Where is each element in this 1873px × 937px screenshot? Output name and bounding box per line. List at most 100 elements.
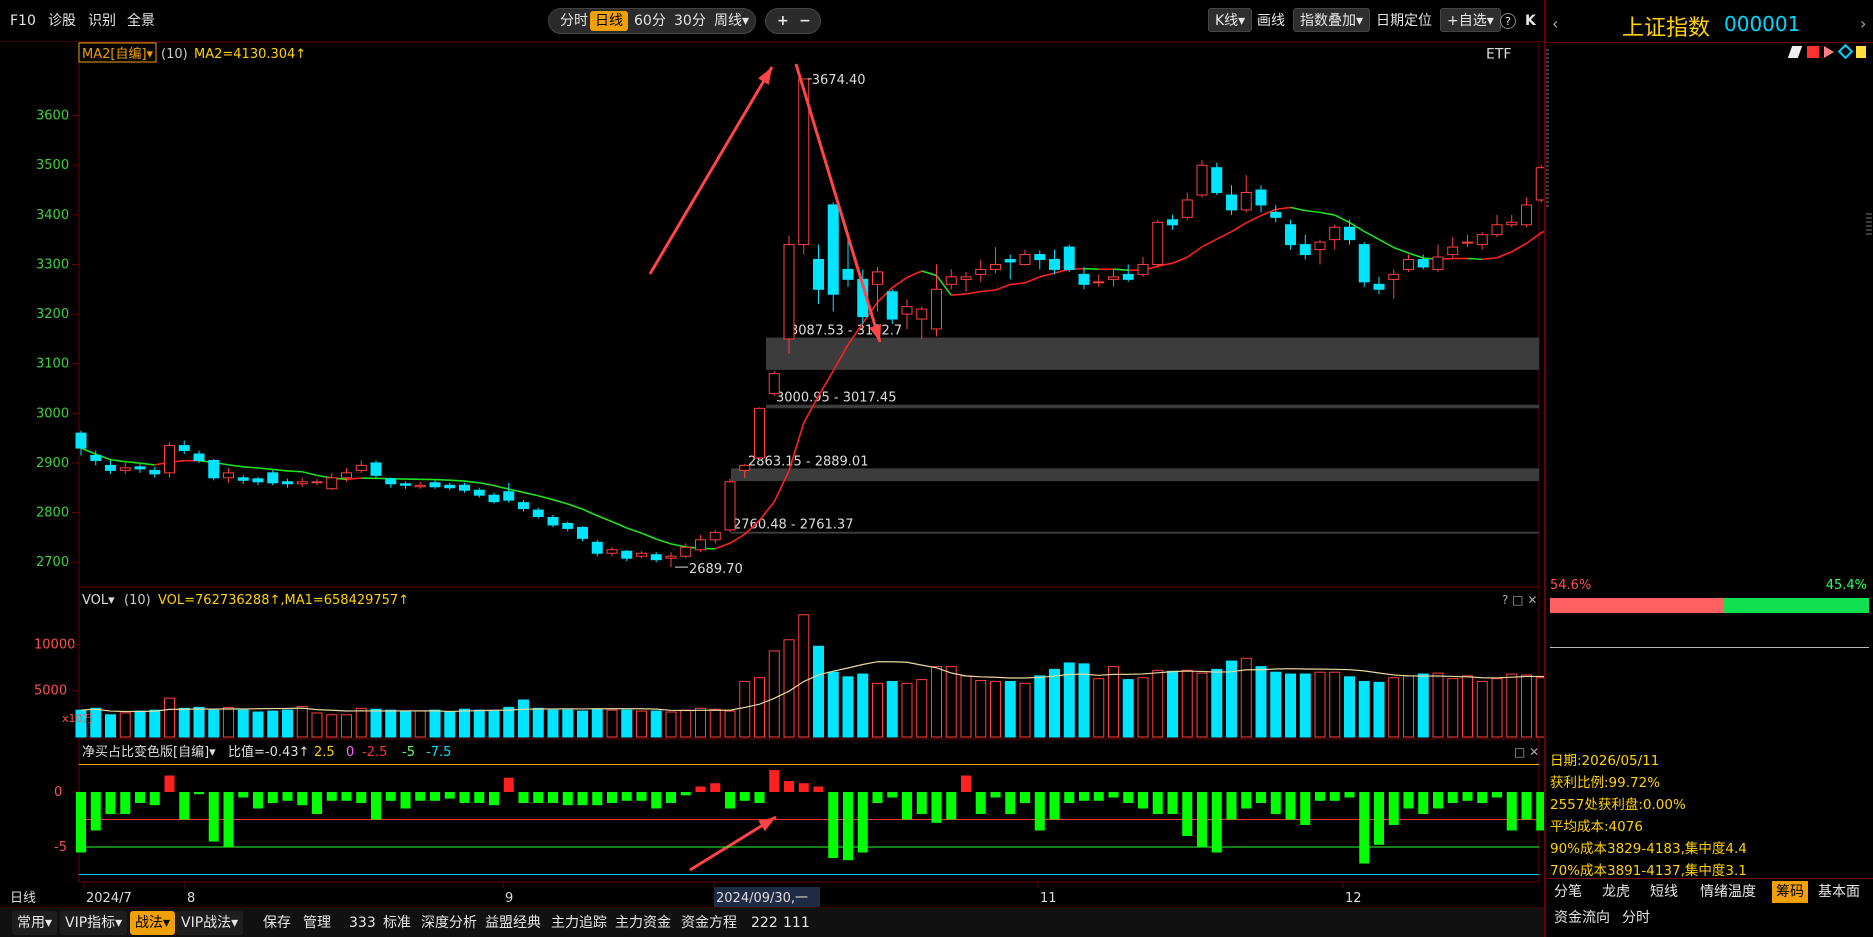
- candle-body[interactable]: [990, 263, 1001, 270]
- candle-body[interactable]: [1491, 224, 1503, 236]
- candle-body[interactable]: [709, 531, 721, 541]
- kline-dropdown[interactable]: K线▾: [1208, 8, 1253, 32]
- candle-body[interactable]: [178, 445, 190, 452]
- candle-body[interactable]: [1521, 204, 1532, 226]
- rp-tab2-0[interactable]: 资金流向: [1550, 907, 1614, 929]
- candle-body[interactable]: [1152, 221, 1164, 265]
- watchlist-dropdown[interactable]: +自选▾: [1440, 8, 1501, 32]
- chart-area[interactable]: MA2[自编]▾ (10) MA2=4130.304↑ ETF 3600 3500…: [0, 41, 1650, 908]
- bottom-tab-7[interactable]: 标准: [378, 911, 416, 935]
- rp-tab-2[interactable]: 短线: [1646, 881, 1682, 903]
- candle-body[interactable]: [459, 484, 470, 491]
- candle-body[interactable]: [650, 554, 662, 561]
- candle-body[interactable]: [1049, 259, 1060, 270]
- candle-body[interactable]: [1314, 241, 1326, 251]
- rp-tab2-1[interactable]: 分时: [1618, 907, 1654, 929]
- candle-body[interactable]: [400, 483, 411, 486]
- etf-button[interactable]: ETF: [1486, 47, 1511, 63]
- rp-tab-5[interactable]: 基本面: [1814, 881, 1864, 903]
- candle-body[interactable]: [164, 445, 175, 474]
- candle-body[interactable]: [311, 481, 323, 484]
- zoom-out-button[interactable]: −: [794, 11, 816, 31]
- candle-body[interactable]: [813, 259, 824, 290]
- candle-body[interactable]: [503, 491, 515, 501]
- candle-body[interactable]: [1285, 224, 1296, 246]
- draw-line-button[interactable]: 画线: [1257, 10, 1285, 32]
- candle-body[interactable]: [931, 288, 942, 330]
- candle-body[interactable]: [75, 432, 87, 449]
- candle-body[interactable]: [473, 489, 485, 496]
- candle-body[interactable]: [1373, 283, 1385, 290]
- candle-body[interactable]: [208, 459, 220, 479]
- rp-tab-3[interactable]: 情绪温度: [1696, 881, 1760, 903]
- bottom-tab-14[interactable]: 111: [778, 911, 815, 935]
- bottom-tab-0[interactable]: 常用▾: [12, 911, 58, 935]
- candle-body[interactable]: [1019, 254, 1031, 265]
- candle-body[interactable]: [768, 373, 780, 394]
- candle-body[interactable]: [149, 469, 161, 475]
- bottom-tab-9[interactable]: 益盟经典: [480, 911, 546, 935]
- candle-body[interactable]: [665, 555, 677, 559]
- candle-body[interactable]: [562, 522, 574, 529]
- period-weekly[interactable]: 周线▾: [709, 11, 754, 31]
- candle-body[interactable]: [1226, 194, 1237, 211]
- candle-body[interactable]: [1476, 234, 1488, 246]
- prev-stock-icon[interactable]: ‹: [1552, 14, 1558, 33]
- candle-body[interactable]: [754, 407, 765, 459]
- candle-body[interactable]: [1432, 256, 1444, 270]
- candle-body[interactable]: [872, 271, 883, 285]
- recognize-button[interactable]: 识别: [88, 10, 116, 32]
- period-60min[interactable]: 60分: [629, 11, 671, 31]
- period-daily[interactable]: 日线: [590, 11, 628, 31]
- vol-panel-controls[interactable]: ? □ ✕: [1502, 593, 1537, 607]
- candle-body[interactable]: [739, 464, 751, 471]
- f10-button[interactable]: F10: [10, 10, 36, 32]
- candle-body[interactable]: [945, 276, 957, 285]
- collapse-icon[interactable]: K: [1525, 10, 1536, 32]
- bottom-tab-12[interactable]: 资金方程: [676, 911, 742, 935]
- candle-body[interactable]: [1108, 276, 1119, 280]
- candle-body[interactable]: [1093, 281, 1105, 284]
- candle-body[interactable]: [695, 539, 706, 551]
- candle-body[interactable]: [1211, 167, 1223, 194]
- candle-body[interactable]: [1196, 164, 1208, 196]
- period-30min[interactable]: 30分: [669, 11, 711, 31]
- candle-body[interactable]: [591, 541, 603, 554]
- candle-body[interactable]: [577, 526, 588, 539]
- candle-body[interactable]: [223, 472, 234, 479]
- candle-body[interactable]: [134, 466, 146, 470]
- candle-body[interactable]: [105, 464, 116, 471]
- candle-body[interactable]: [90, 454, 102, 461]
- candle-body[interactable]: [1004, 259, 1016, 263]
- candle-body[interactable]: [1034, 254, 1046, 261]
- candle-body[interactable]: [916, 308, 928, 320]
- candle-body[interactable]: [252, 478, 264, 483]
- diagnose-button[interactable]: 诊股: [48, 10, 76, 32]
- rp-tab-0[interactable]: 分笔: [1550, 881, 1586, 903]
- candle-body[interactable]: [370, 462, 382, 476]
- candle-body[interactable]: [960, 276, 972, 280]
- candle-body[interactable]: [901, 306, 913, 315]
- zoom-in-button[interactable]: +: [772, 11, 794, 31]
- candle-body[interactable]: [341, 472, 352, 479]
- candle-body[interactable]: [119, 467, 131, 471]
- candle-body[interactable]: [326, 477, 338, 490]
- next-stock-icon[interactable]: ›: [1860, 14, 1866, 33]
- candle-body[interactable]: [783, 244, 795, 340]
- candle-body[interactable]: [680, 546, 692, 557]
- candle-body[interactable]: [636, 552, 647, 557]
- candle-body[interactable]: [827, 204, 839, 295]
- candle-body[interactable]: [488, 494, 500, 503]
- candle-body[interactable]: [1078, 273, 1090, 285]
- vol-label[interactable]: VOL▾: [82, 593, 115, 608]
- candle-body[interactable]: [518, 502, 529, 510]
- index-overlay-dropdown[interactable]: 指数叠加▾: [1293, 8, 1371, 32]
- candle-body[interactable]: [296, 481, 308, 485]
- period-intraday[interactable]: 分时: [555, 11, 593, 31]
- ma-indicator-label[interactable]: MA2[自编]▾: [82, 47, 154, 62]
- bottom-tab-11[interactable]: 主力资金: [610, 911, 676, 935]
- bottom-tab-3[interactable]: VIP战法▾: [176, 911, 244, 935]
- candle-body[interactable]: [1240, 192, 1252, 211]
- candle-body[interactable]: [1447, 246, 1459, 256]
- candle-body[interactable]: [1299, 244, 1311, 256]
